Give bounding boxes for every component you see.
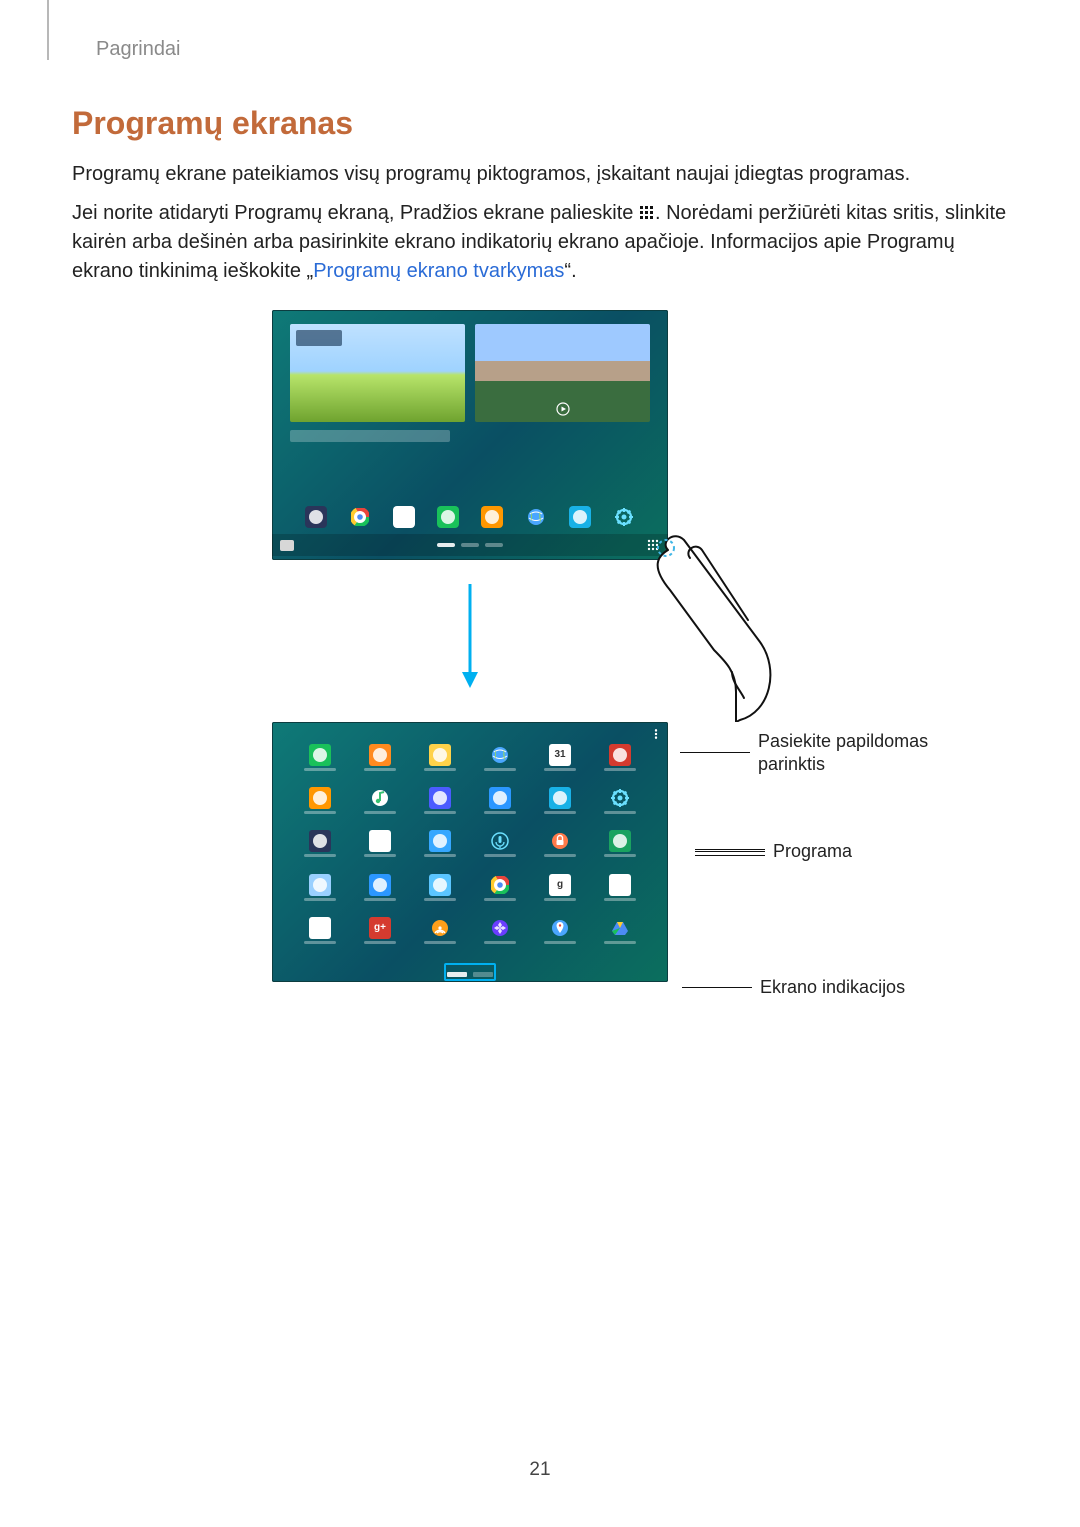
hangouts-icon	[594, 830, 646, 865]
apps-screen-screenshot: 31 g g+	[272, 722, 668, 982]
video-icon	[414, 787, 466, 822]
google-search-icon: g	[534, 874, 586, 909]
touch-hand-illustration	[640, 522, 800, 722]
recent-apps-icon	[280, 540, 294, 551]
webex-icon	[414, 874, 466, 909]
play-store-icon	[393, 506, 415, 528]
photo-widget	[475, 324, 650, 422]
chrome-icon	[474, 874, 526, 909]
home-dock	[272, 506, 668, 528]
music-icon	[354, 787, 406, 822]
clock-icon	[354, 830, 406, 865]
camera-icon	[474, 787, 526, 822]
indicator-highlight	[444, 963, 496, 981]
drive-icon	[594, 917, 646, 952]
weather-widget	[290, 324, 465, 422]
main-content: Programų ekranas Programų ekrane pateiki…	[72, 105, 1008, 1020]
apps-grid: 31 g g+	[294, 744, 646, 952]
multi-app-icon	[305, 506, 327, 528]
email-icon	[481, 506, 503, 528]
transition-arrow-icon	[460, 582, 480, 690]
podcast-icon	[414, 917, 466, 952]
phone-icon	[294, 744, 346, 779]
instructions-part-a: Jei norite atidaryti Programų ekraną, Pr…	[72, 202, 639, 224]
figure: 31 g g+ Pasiekite papildomas parinktis Pro…	[72, 310, 1008, 1020]
phone-icon	[437, 506, 459, 528]
lock-app-icon	[534, 830, 586, 865]
s-health-icon	[354, 874, 406, 909]
home-indicator-2	[461, 543, 479, 547]
instructions-paragraph: Jei norite atidaryti Programų ekraną, Pr…	[72, 199, 1008, 286]
page-number: 21	[0, 1459, 1080, 1481]
voice-search-icon	[594, 874, 646, 909]
settings-icon	[613, 506, 635, 528]
home-indicator-1	[437, 543, 455, 547]
calculator-icon	[294, 830, 346, 865]
home-indicator-3	[485, 543, 503, 547]
internet-icon	[525, 506, 547, 528]
gmail-icon	[294, 917, 346, 952]
callout-app: Programa	[695, 840, 852, 863]
home-screen-screenshot	[272, 310, 668, 560]
internet-icon	[474, 744, 526, 779]
my-files-icon	[414, 744, 466, 779]
header-divider	[47, 0, 49, 60]
callout-indicators: Ekrano indikacijos	[682, 976, 905, 999]
contacts-icon	[354, 744, 406, 779]
maps-icon	[534, 917, 586, 952]
instructions-part-c: “.	[564, 260, 576, 282]
help-icon	[414, 830, 466, 865]
apps-grid-icon	[639, 201, 655, 230]
photos-icon	[474, 917, 526, 952]
youtube-icon	[594, 744, 646, 779]
voice-rec-icon	[474, 830, 526, 865]
breadcrumb: Pagrindai	[96, 38, 181, 61]
search-bar-placeholder	[290, 430, 450, 442]
section-heading: Programų ekranas	[72, 105, 1008, 142]
callout-more-options: Pasiekite papildomas parinktis	[680, 730, 988, 775]
google-plus-icon: g+	[354, 917, 406, 952]
settings-icon	[594, 787, 646, 822]
more-options-icon	[652, 728, 660, 740]
intro-paragraph: Programų ekrane pateikiamos visų program…	[72, 160, 1008, 189]
apps-management-link[interactable]: Programų ekrano tvarkymas	[313, 260, 564, 282]
gallery-icon	[534, 787, 586, 822]
calendar-icon: 31	[534, 744, 586, 779]
gallery-icon	[569, 506, 591, 528]
email-icon	[294, 787, 346, 822]
chrome-icon	[349, 506, 371, 528]
office-icon	[294, 874, 346, 909]
bottom-tray	[272, 534, 668, 556]
